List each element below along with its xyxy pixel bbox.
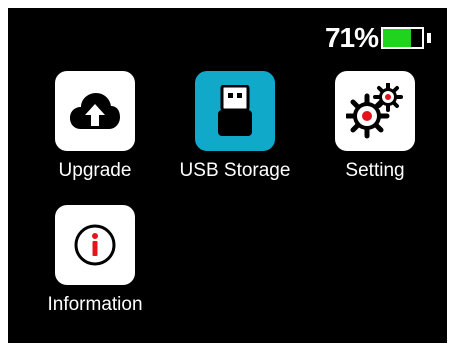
info-icon [74,224,116,266]
app-setting[interactable]: Setting [315,71,435,182]
app-upgrade[interactable]: Upgrade [35,71,155,182]
status-bar: 71% [325,24,431,52]
device-screen: 71% Upgrade USB Storage Setting Informat… [8,8,447,343]
setting-tile[interactable] [335,71,415,151]
battery-fill [383,29,411,47]
upgrade-tile[interactable] [55,71,135,151]
app-label-upgrade: Upgrade [58,160,132,181]
app-information[interactable]: Information [35,205,155,316]
usb-storage-tile[interactable] [195,71,275,151]
battery-percent: 71% [324,22,379,53]
app-label-setting: Setting [345,160,405,181]
battery-icon [381,27,424,49]
app-label-usb-storage: USB Storage [179,160,291,181]
gears-icon [346,83,403,139]
app-label-information: Information [47,294,143,315]
battery-tip [427,33,431,43]
app-usb-storage[interactable]: USB Storage [175,71,295,182]
information-tile[interactable] [55,205,135,285]
usb-drive-icon [218,85,252,136]
cloud-upload-icon [70,93,120,129]
